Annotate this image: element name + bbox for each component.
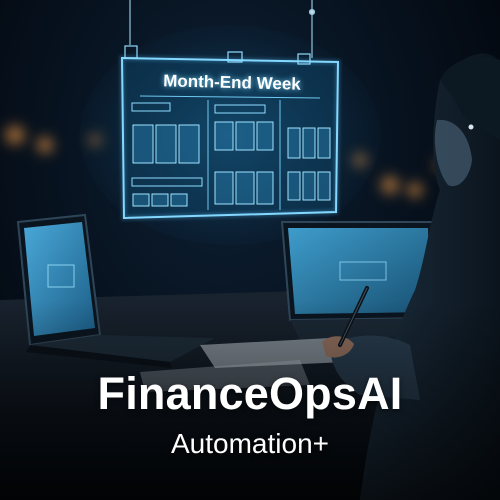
hologram-board: Month-End Week xyxy=(119,45,341,221)
hero-image: Month-End Week FinanceOpsAI Automation+ xyxy=(0,0,500,500)
hologram-title: Month-End Week xyxy=(163,71,302,94)
office-scene: Month-End Week xyxy=(0,0,500,500)
tagline: Automation+ xyxy=(171,428,329,459)
brand-name: FinanceOpsAI xyxy=(97,368,403,419)
